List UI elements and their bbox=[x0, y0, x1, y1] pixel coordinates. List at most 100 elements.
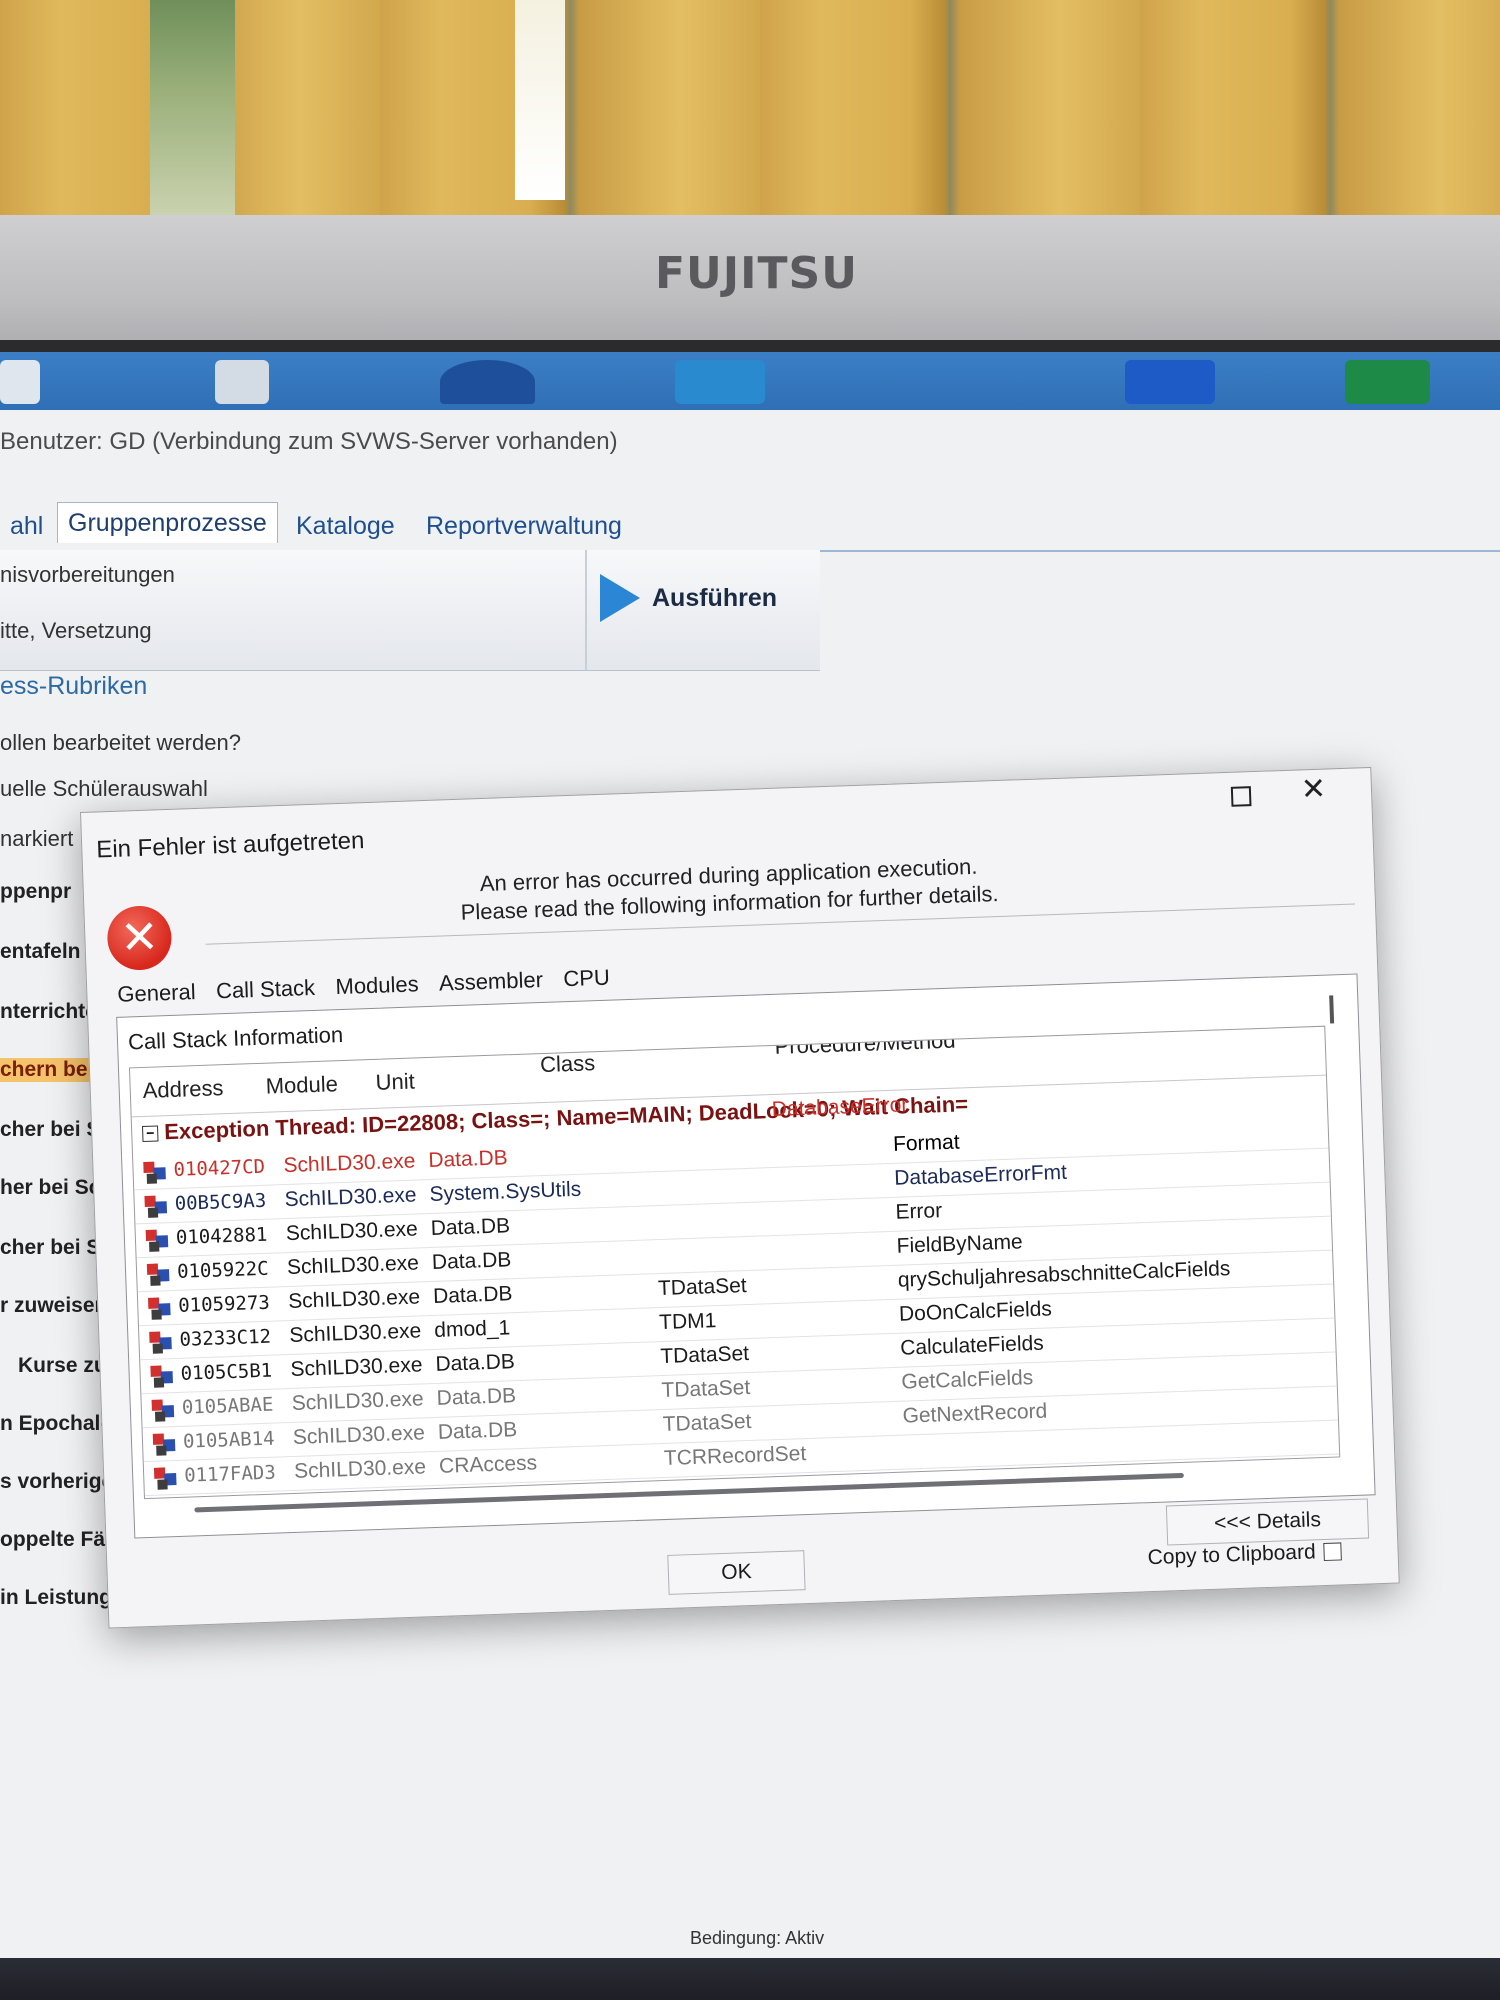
frame-address: 010427CD bbox=[173, 1155, 266, 1181]
maximize-icon[interactable] bbox=[1230, 786, 1252, 807]
tab-cpu[interactable]: CPU bbox=[563, 965, 610, 993]
frame-address: 0105ABAE bbox=[181, 1393, 274, 1419]
copy-to-clipboard-label: Copy to Clipboard bbox=[1147, 1540, 1317, 1570]
frame-module: SchILD30.exe bbox=[288, 1319, 422, 1348]
file-icon[interactable] bbox=[0, 360, 40, 404]
frame-address: 03233C12 bbox=[179, 1325, 272, 1351]
frame-module: SchILD30.exe bbox=[287, 1285, 421, 1314]
stack-frame-icon bbox=[147, 1297, 171, 1320]
details-button[interactable]: <<< Details bbox=[1165, 1498, 1370, 1546]
frame-address: 01042881 bbox=[175, 1223, 268, 1249]
frame-module: SchILD30.exe bbox=[292, 1421, 426, 1449]
call-stack-panel: Call Stack Information Address Module Un… bbox=[116, 973, 1376, 1539]
frame-class: TCRRecordSet bbox=[663, 1442, 807, 1471]
frame-class: TDM1 bbox=[658, 1309, 717, 1335]
frame-class: TDataSet bbox=[662, 1409, 752, 1437]
tab-modules[interactable]: Modules bbox=[335, 971, 419, 1000]
call-stack-table[interactable]: Address Module Unit Class Procedure/Meth… bbox=[128, 1025, 1341, 1500]
marked-option[interactable]: narkiert bbox=[0, 826, 73, 852]
excel-icon[interactable] bbox=[1345, 360, 1430, 404]
close-icon[interactable]: ✕ bbox=[1300, 772, 1326, 808]
copy-checkbox[interactable] bbox=[1323, 1542, 1342, 1562]
list-item-selected[interactable]: chern bei bbox=[0, 1058, 100, 1082]
tab-assembler[interactable]: Assembler bbox=[439, 967, 544, 997]
tab-reportverwaltung[interactable]: Reportverwaltung bbox=[416, 508, 632, 545]
frame-procedure: DoOnCalcFields bbox=[898, 1297, 1053, 1326]
exception-procedure: DatabaseError bbox=[771, 1093, 909, 1122]
frame-unit: dmod_1 bbox=[433, 1316, 511, 1342]
collapse-icon[interactable]: − bbox=[142, 1125, 159, 1143]
column-header-class[interactable]: Class bbox=[540, 1050, 596, 1078]
frame-procedure: GetNextRecord bbox=[902, 1399, 1048, 1428]
ok-button[interactable]: OK bbox=[667, 1550, 806, 1595]
monitor-brand-logo: FUJITSU bbox=[655, 248, 858, 299]
frame-unit: Data.DB bbox=[437, 1418, 518, 1444]
frame-class: TDataSet bbox=[657, 1274, 748, 1301]
run-button[interactable]: Ausführen bbox=[600, 570, 777, 626]
stack-frame-icon bbox=[151, 1399, 175, 1422]
windows-taskbar bbox=[0, 1958, 1500, 2000]
frame-class: TDataSet bbox=[659, 1341, 750, 1369]
frame-module: SchILD30.exe bbox=[285, 1217, 419, 1246]
frame-module: SchILD30.exe bbox=[286, 1251, 420, 1280]
run-button-label: Ausführen bbox=[652, 583, 777, 612]
tab-auswahl[interactable]: ahl bbox=[0, 508, 53, 545]
stack-frame-icon bbox=[143, 1161, 166, 1184]
frame-module: SchILD30.exe bbox=[291, 1387, 425, 1415]
frame-procedure: FieldByName bbox=[896, 1230, 1024, 1258]
frame-module: SchILD30.exe bbox=[283, 1149, 416, 1178]
tab-kataloge[interactable]: Kataloge bbox=[286, 508, 405, 545]
frame-procedure: DatabaseErrorFmt bbox=[893, 1160, 1068, 1190]
frame-module: SchILD30.exe bbox=[293, 1455, 427, 1483]
dialog-title: Ein Fehler ist aufgetreten bbox=[95, 827, 365, 864]
frame-module: SchILD30.exe bbox=[284, 1183, 417, 1212]
frame-procedure: CalculateFields bbox=[899, 1331, 1045, 1360]
vertical-scrollbar[interactable] bbox=[1329, 995, 1335, 1024]
frame-class: TDataSet bbox=[661, 1375, 751, 1403]
window-gap-bright bbox=[515, 0, 565, 200]
stack-frame-icon bbox=[149, 1331, 172, 1354]
column-header-unit[interactable]: Unit bbox=[375, 1068, 415, 1095]
app-icon[interactable] bbox=[440, 360, 535, 404]
ribbon-item-versetzung[interactable]: itte, Versetzung bbox=[0, 618, 152, 644]
column-header-module[interactable]: Module bbox=[265, 1071, 338, 1100]
monitor-bezel-edge bbox=[0, 340, 1500, 352]
frame-unit: Data.DB bbox=[430, 1214, 511, 1241]
taskbar bbox=[0, 352, 1500, 410]
ribbon: nisvorbereitungen itte, Versetzung Ausfü… bbox=[0, 550, 820, 671]
frame-unit: Data.DB bbox=[427, 1146, 509, 1173]
frame-unit: Data.DB bbox=[431, 1248, 512, 1274]
frame-unit: Data.DB bbox=[432, 1282, 513, 1308]
error-dialog: Ein Fehler ist aufgetreten ✕ ✕ An error … bbox=[80, 766, 1400, 1629]
frame-address: 0105922C bbox=[176, 1257, 269, 1283]
column-header-address[interactable]: Address bbox=[142, 1075, 224, 1104]
stack-frame-icon bbox=[152, 1433, 176, 1456]
document-icon[interactable] bbox=[215, 360, 269, 404]
status-bar-text: Bedingung: Aktiv bbox=[690, 1928, 825, 1948]
frame-unit: Data.DB bbox=[435, 1350, 516, 1376]
tab-gruppenprozesse[interactable]: Gruppenprozesse bbox=[57, 502, 278, 543]
ribbon-separator bbox=[585, 550, 587, 670]
tab-call-stack[interactable]: Call Stack bbox=[216, 975, 316, 1004]
frame-address: 01059273 bbox=[177, 1291, 271, 1317]
frame-unit: System.SysUtils bbox=[429, 1177, 582, 1207]
frame-procedure: Format bbox=[892, 1130, 960, 1156]
ribbon-item-vorbereitungen[interactable]: nisvorbereitungen bbox=[0, 562, 175, 588]
panel-title: Call Stack Information bbox=[127, 1021, 344, 1055]
stack-frame-icon bbox=[150, 1365, 173, 1388]
tab-general[interactable]: General bbox=[117, 979, 196, 1008]
stack-frame-icon bbox=[153, 1467, 177, 1490]
stack-frame-icon bbox=[145, 1229, 169, 1252]
section-title: ess-Rubriken bbox=[0, 672, 148, 700]
outlook-icon[interactable] bbox=[675, 360, 765, 404]
frame-module: SchILD30.exe bbox=[290, 1353, 423, 1381]
column-header-procedure[interactable]: Procedure/Method bbox=[774, 1028, 956, 1060]
frame-address: 0105AB14 bbox=[182, 1427, 275, 1453]
connection-status: Benutzer: GD (Verbindung zum SVWS-Server… bbox=[0, 428, 618, 455]
window-blinds-background bbox=[0, 0, 1500, 230]
question-label: ollen bearbeitet werden? bbox=[0, 730, 241, 755]
word-icon[interactable] bbox=[1125, 360, 1215, 404]
selection-option[interactable]: uelle Schülerauswahl bbox=[0, 776, 208, 802]
frame-address: 0117FAD3 bbox=[183, 1461, 277, 1487]
stack-frame-icon bbox=[144, 1195, 168, 1218]
